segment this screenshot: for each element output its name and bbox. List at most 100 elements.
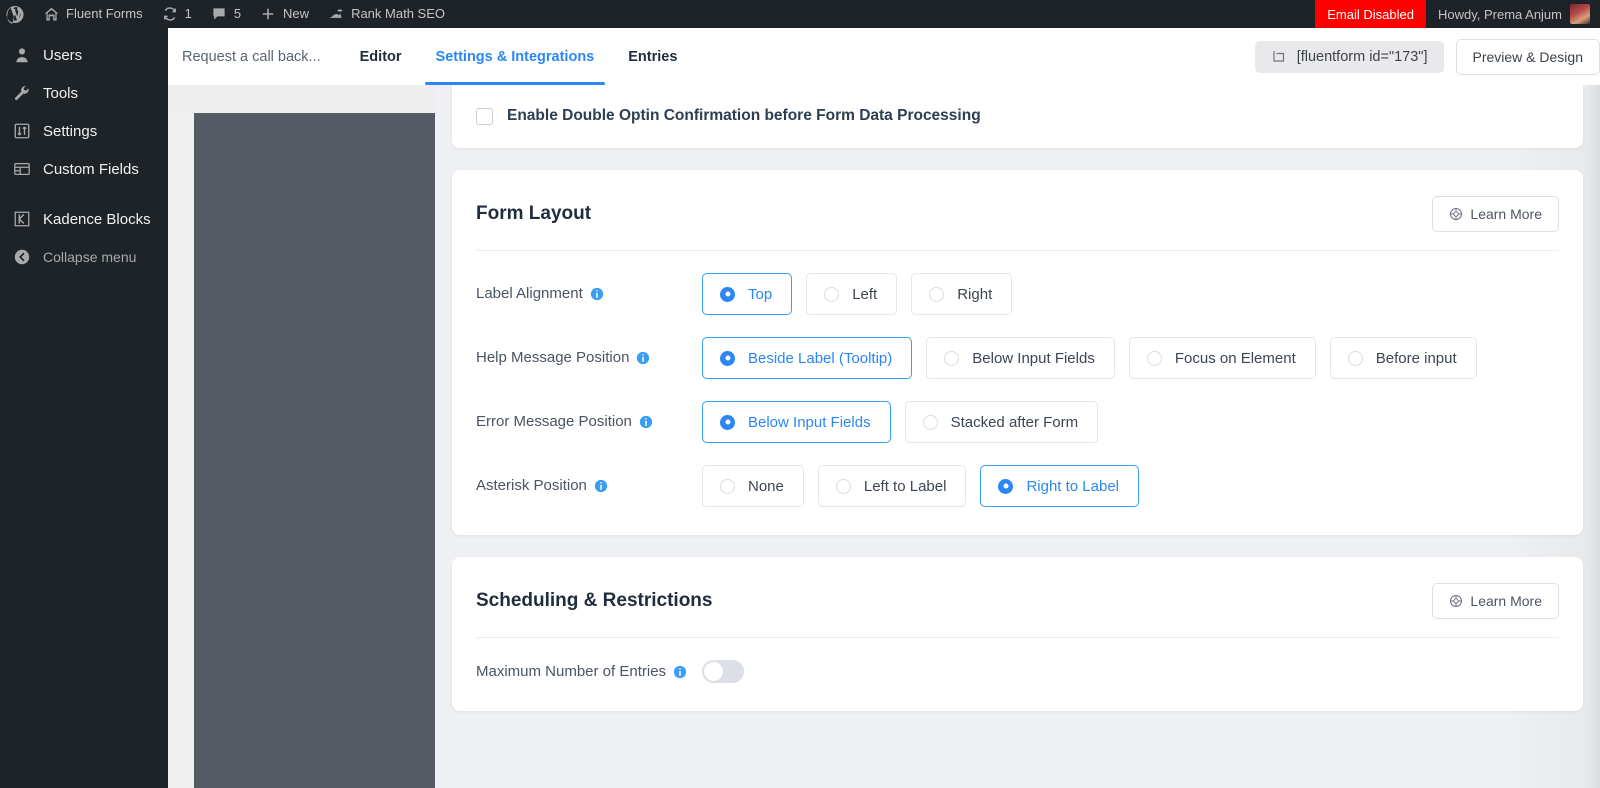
adminbar-site-name[interactable]: Fluent Forms [33,0,152,28]
sidebar-item-label: Users [43,46,83,64]
double-optin-checkbox[interactable] [476,107,493,125]
content-right-edge-shadow [1586,85,1600,788]
fluent-forms-app: Request a call back... Editor Settings &… [168,28,1600,788]
radio-label: Top [748,285,773,303]
radio-label: None [748,477,784,495]
radio-option-before-input[interactable]: Before input [1329,337,1477,379]
sidebar-item-label: Custom Fields [43,160,139,178]
adminbar-new-content[interactable]: New [250,0,318,28]
radio-dot [720,414,735,430]
settings-icon [12,121,32,141]
radio-label: Right to Label [1026,477,1120,495]
collapse-menu-label: Collapse menu [43,249,137,265]
preview-design-button[interactable]: Preview & Design [1455,38,1600,75]
max-entries-label-wrap: Maximum Number of Entries [476,663,702,680]
wordpress-logo-button[interactable] [0,0,33,28]
learn-more-label: Learn More [1470,206,1542,222]
double-optin-row[interactable]: Enable Double Optin Confirmation before … [452,85,1583,148]
tab-entries[interactable]: Entries [611,28,694,85]
info-icon[interactable] [673,665,687,679]
radio-option-below-input-fields[interactable]: Below Input Fields [926,337,1115,379]
double-optin-label: Enable Double Optin Confirmation before … [507,107,981,124]
adminbar-updates-count: 1 [184,6,192,21]
collapse-menu-button[interactable]: Collapse menu [0,238,168,276]
adminbar-rank-math[interactable]: Rank Math SEO [318,0,454,28]
radio-option-left-to-label[interactable]: Left to Label [817,465,967,507]
radio-option-below-input-fields[interactable]: Below Input Fields [702,401,891,443]
tab-editor[interactable]: Editor [343,28,419,85]
info-icon[interactable] [639,415,653,429]
radio-option-right-to-label[interactable]: Right to Label [980,465,1140,507]
wp-admin-bar: Fluent Forms 1 5 New Rank Math SEO Email… [0,0,1600,28]
sidebar-item-kadence-blocks[interactable]: Kadence Blocks [0,200,168,238]
settings-nav-panel[interactable] [194,113,435,788]
sidebar-item-custom-fields[interactable]: Custom Fields [0,150,168,188]
max-entries-label: Maximum Number of Entries [476,663,667,680]
radio-option-stacked-after-form[interactable]: Stacked after Form [904,401,1099,443]
howdy-label: Howdy, Prema Anjum [1437,6,1562,22]
learn-more-label: Learn More [1470,593,1542,609]
adminbar-my-account[interactable]: Howdy, Prema Anjum [1426,0,1600,28]
radio-option-none[interactable]: None [702,465,804,507]
plus-icon [259,5,277,23]
email-disabled-badge[interactable]: Email Disabled [1315,0,1426,28]
shortcode-text: [fluentform id="173"] [1296,48,1428,65]
max-entries-toggle[interactable] [702,660,744,683]
asterisk-position-row: Asterisk Position None Left to Label Rig… [452,443,1583,507]
info-icon[interactable] [636,351,650,365]
radio-dot [1146,350,1162,366]
form-layout-card: Form Layout Learn More Label Alignment T… [452,170,1583,535]
radio-option-top[interactable]: Top [702,273,793,315]
radio-label: Beside Label (Tooltip) [748,349,893,367]
settings-content-scroll[interactable]: Enable Double Optin Confirmation before … [435,85,1600,788]
kadence-blocks-icon [12,209,32,229]
card-spacer [435,535,1600,557]
learn-more-button[interactable]: Learn More [1432,196,1559,232]
sidebar-item-label: Tools [43,84,79,102]
sidebar-item-tools[interactable]: Tools [0,74,168,112]
form-layout-header: Form Layout Learn More [452,170,1583,232]
radio-label: Before input [1375,349,1457,367]
tab-settings-integrations[interactable]: Settings & Integrations [419,28,612,85]
adminbar-comments-count: 5 [233,6,242,21]
label-alignment-label-wrap: Label Alignment [476,273,702,302]
max-entries-row: Maximum Number of Entries [452,638,1583,683]
updates-icon [161,5,179,23]
adminbar-comments[interactable]: 5 [201,0,250,28]
page-title: Form Layout [476,203,592,224]
topbar-actions: [fluentform id="173"] Preview & Design [1254,38,1600,75]
sidebar-separator [0,188,168,200]
adminbar-updates[interactable]: 1 [152,0,201,28]
info-icon[interactable] [590,287,604,301]
info-icon[interactable] [594,479,608,493]
radio-label: Focus on Element [1174,349,1296,367]
users-icon [12,45,32,65]
label-alignment-options: Top Left Right [702,273,1013,315]
radio-dot [929,286,945,302]
radio-dot [922,414,938,430]
home-icon [42,5,60,23]
radio-option-focus-on-element[interactable]: Focus on Element [1128,337,1316,379]
radio-option-beside-label-tooltip[interactable]: Beside Label (Tooltip) [702,337,913,379]
radio-dot [720,350,735,366]
radio-label: Left to Label [863,477,947,495]
card-bottom-padding [452,507,1583,535]
help-message-position-label-wrap: Help Message Position [476,337,702,366]
radio-option-right[interactable]: Right [911,273,1013,315]
shortcode-copy-button[interactable]: [fluentform id="173"] [1254,40,1444,73]
help-circle-icon [1449,207,1463,221]
comment-icon [210,5,228,23]
radio-label: Left [852,285,878,303]
radio-option-left[interactable]: Left [806,273,898,315]
adminbar-rank-math-label: Rank Math SEO [351,6,445,21]
email-disabled-label: Email Disabled [1327,6,1414,22]
sidebar-item-users[interactable]: Users [0,36,168,74]
sidebar-item-settings[interactable]: Settings [0,112,168,150]
radio-label: Right [957,285,993,303]
radio-dot [835,478,851,494]
tools-icon [12,83,32,103]
learn-more-button[interactable]: Learn More [1432,583,1559,619]
radio-dot [720,478,735,494]
asterisk-position-options: None Left to Label Right to Label [702,465,1140,507]
radio-dot [944,350,960,366]
